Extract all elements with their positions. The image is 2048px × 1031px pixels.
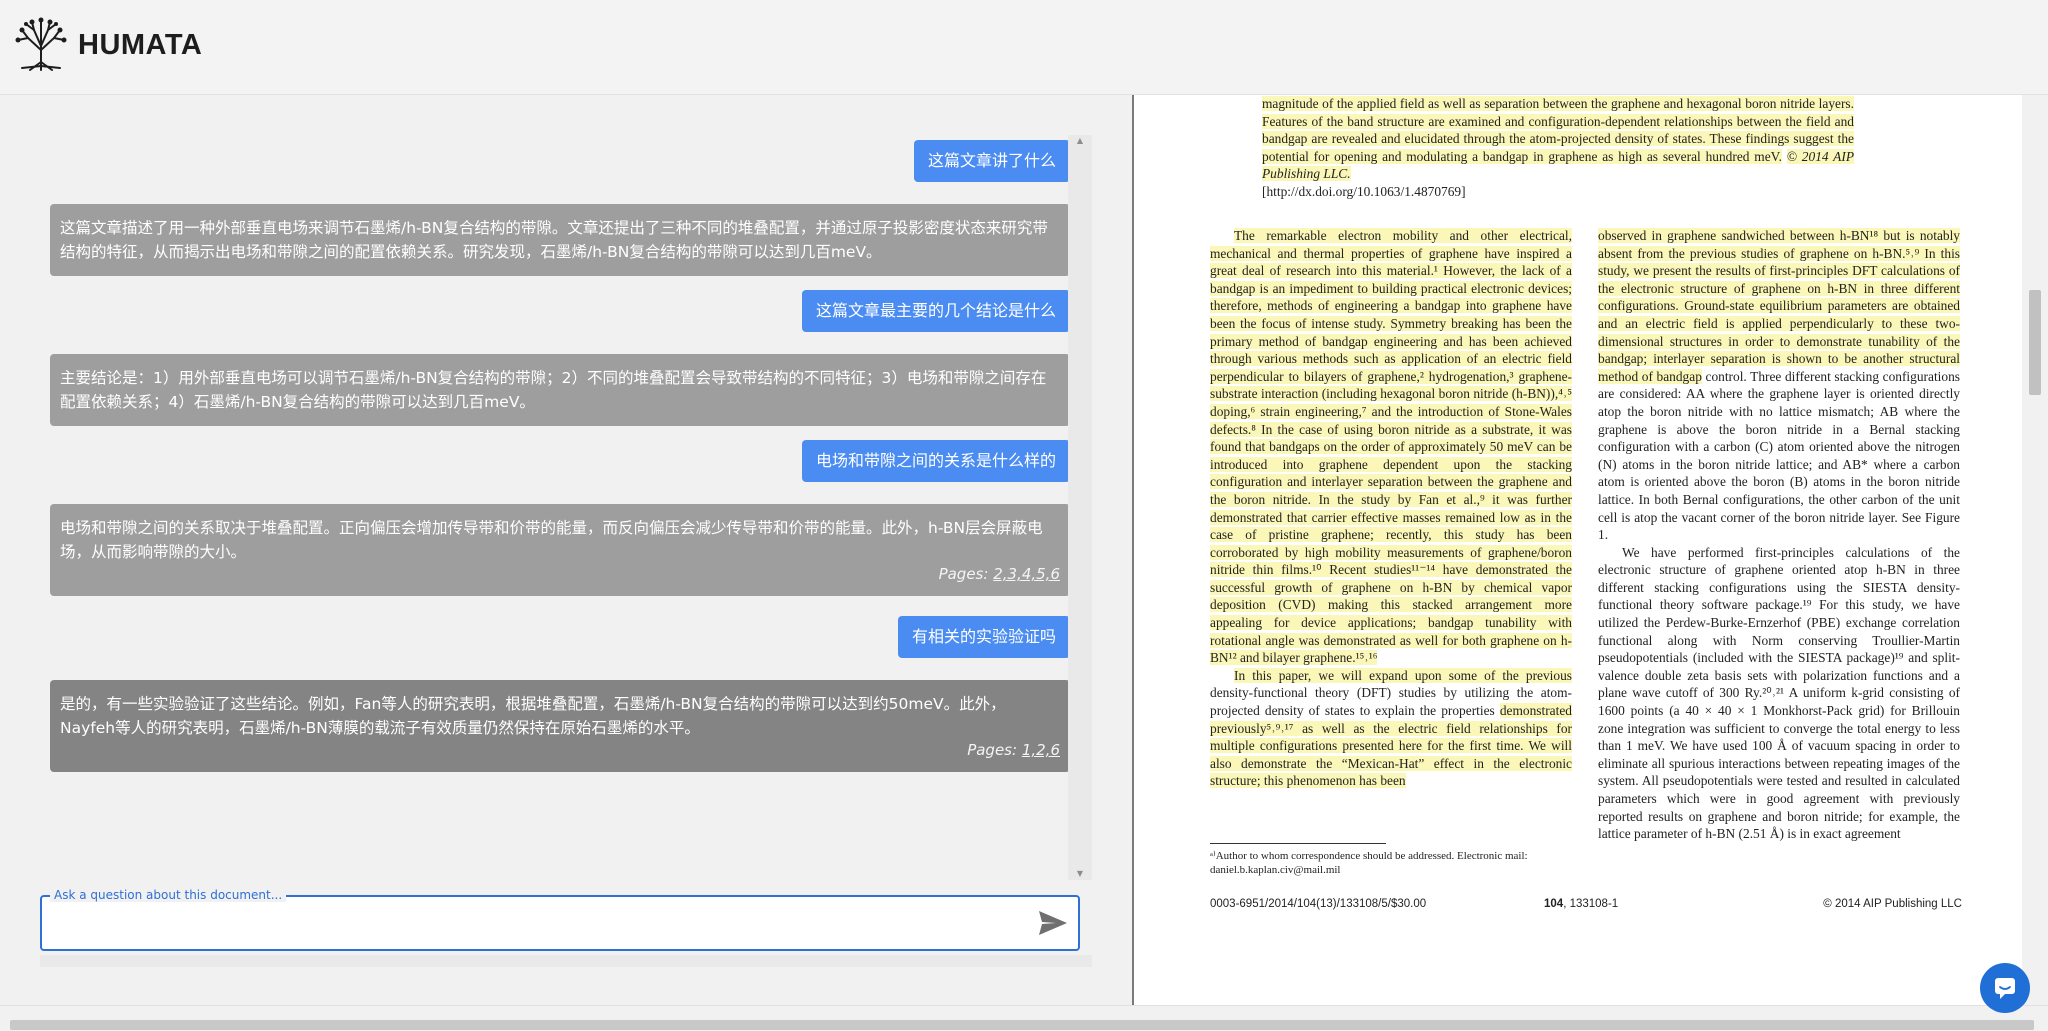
send-icon <box>1039 911 1067 935</box>
input-label: Ask a question about this document... <box>50 888 287 902</box>
chat-messages[interactable]: 这篇文章讲了什么 这篇文章描述了用一种外部垂直电场来调节石墨烯/h-BN复合结构… <box>40 135 1070 875</box>
footer-page-number: 104, 133108-1 <box>1544 898 1618 910</box>
study-summary-highlight: observed in graphene sandwiched between … <box>1598 228 1960 384</box>
intro-paragraph: The remarkable electron mobility and oth… <box>1210 228 1572 666</box>
user-message: 这篇文章最主要的几个结论是什么 <box>801 290 1070 332</box>
stacking-configurations-text: control. Three different stacking config… <box>1598 368 1960 543</box>
methods-paragraph: We have performed first-principles calcu… <box>1598 544 1960 842</box>
paper-scope-highlight: In this paper, we will expand upon some … <box>1234 667 1572 683</box>
document-scrollbar-thumb[interactable] <box>2029 290 2041 395</box>
chat-panel: 这篇文章讲了什么 这篇文章描述了用一种外部垂直电场来调节石墨烯/h-BN复合结构… <box>0 95 1132 1005</box>
footer-copyright: © 2014 AIP Publishing LLC <box>1823 898 1962 910</box>
assistant-message: 是的，有一些实验验证了这些结论。例如，Fan等人的研究表明，根据堆叠配置，石墨烯… <box>50 680 1070 772</box>
logo[interactable]: HUMATA <box>12 16 202 74</box>
horizontal-scrollbar[interactable] <box>0 1005 2048 1031</box>
assistant-message: 主要结论是：1）用外部垂直电场可以调节石墨烯/h-BN复合结构的带隙；2）不同的… <box>50 354 1070 426</box>
message-row: 这篇文章最主要的几个结论是什么 <box>50 290 1070 332</box>
user-message: 这篇文章讲了什么 <box>913 140 1070 182</box>
scroll-down-icon[interactable]: ▼ <box>1068 868 1092 880</box>
message-row: 这篇文章描述了用一种外部垂直电场来调节石墨烯/h-BN复合结构的带隙。文章还提出… <box>50 204 1070 276</box>
message-row: 主要结论是：1）用外部垂直电场可以调节石墨烯/h-BN复合结构的带隙；2）不同的… <box>50 354 1070 426</box>
chat-scrollbar[interactable]: ▲ ▼ <box>1068 135 1092 880</box>
scroll-up-icon[interactable]: ▲ <box>1068 135 1092 147</box>
pages-label: Pages: <box>967 741 1018 759</box>
send-button[interactable] <box>1036 908 1070 938</box>
assistant-message: 这篇文章描述了用一种外部垂直电场来调节石墨烯/h-BN复合结构的带隙。文章还提出… <box>50 204 1070 276</box>
abstract: magnitude of the applied field as well a… <box>1262 95 1854 201</box>
message-row: 有相关的实验验证吗 <box>50 616 1070 658</box>
page-links[interactable]: 1,2,6 <box>1022 741 1060 759</box>
app-header: HUMATA <box>0 0 2048 95</box>
left-column: The remarkable electron mobility and oth… <box>1210 227 1572 790</box>
message-row: 电场和带隙之间的关系取决于堆叠配置。正向偏压会增加传导带和价带的能量，而反向偏压… <box>50 504 1070 596</box>
page-links[interactable]: 2,3,4,5,6 <box>993 565 1060 583</box>
message-row: 电场和带隙之间的关系是什么样的 <box>50 440 1070 482</box>
user-message: 有相关的实验验证吗 <box>897 616 1070 658</box>
page-references: Pages: 1,2,6 <box>967 738 1060 762</box>
footnote-divider <box>1210 843 1386 844</box>
pages-label: Pages: <box>938 565 989 583</box>
message-row: 这篇文章讲了什么 <box>50 140 1070 182</box>
footer-page: , 133108-1 <box>1563 898 1619 910</box>
question-input[interactable] <box>54 907 1014 939</box>
assistant-message: 电场和带隙之间的关系取决于堆叠配置。正向偏压会增加传导带和价带的能量，而反向偏压… <box>50 504 1070 596</box>
question-input-box[interactable]: Ask a question about this document... <box>40 888 1080 951</box>
chat-bubble-icon <box>1995 978 2015 999</box>
abstract-text: magnitude of the applied field as well a… <box>1262 96 1854 164</box>
input-scrollbar[interactable] <box>40 955 1092 967</box>
tree-logo-icon <box>15 17 67 71</box>
message-row: 是的，有一些实验验证了这些结论。例如，Fan等人的研究表明，根据堆叠配置，石墨烯… <box>50 680 1070 772</box>
page-references: Pages: 2,3,4,5,6 <box>939 562 1060 586</box>
assistant-message-text: 电场和带隙之间的关系取决于堆叠配置。正向偏压会增加传导带和价带的能量，而反向偏压… <box>60 519 1043 561</box>
support-chat-button[interactable] <box>1980 963 2030 1013</box>
horizontal-scrollbar-thumb[interactable] <box>10 1020 2034 1030</box>
footnote: ᵃ⁾Author to whom correspondence should b… <box>1210 850 1528 876</box>
document-scrollbar[interactable] <box>2022 95 2048 1005</box>
footer-citation: 0003-6951/2014/104(13)/133108/5/$30.00 <box>1210 898 1427 910</box>
footer-volume: 104 <box>1544 898 1564 910</box>
app-name: HUMATA <box>78 28 203 61</box>
right-column: observed in graphene sandwiched between … <box>1598 227 1960 843</box>
user-message: 电场和带隙之间的关系是什么样的 <box>801 440 1070 482</box>
document-viewer[interactable]: magnitude of the applied field as well a… <box>1134 95 2022 1005</box>
doi-link[interactable]: [http://dx.doi.org/10.1063/1.4870769] <box>1262 184 1466 199</box>
assistant-message-text: 是的，有一些实验验证了这些结论。例如，Fan等人的研究表明，根据堆叠配置，石墨烯… <box>60 695 1006 737</box>
